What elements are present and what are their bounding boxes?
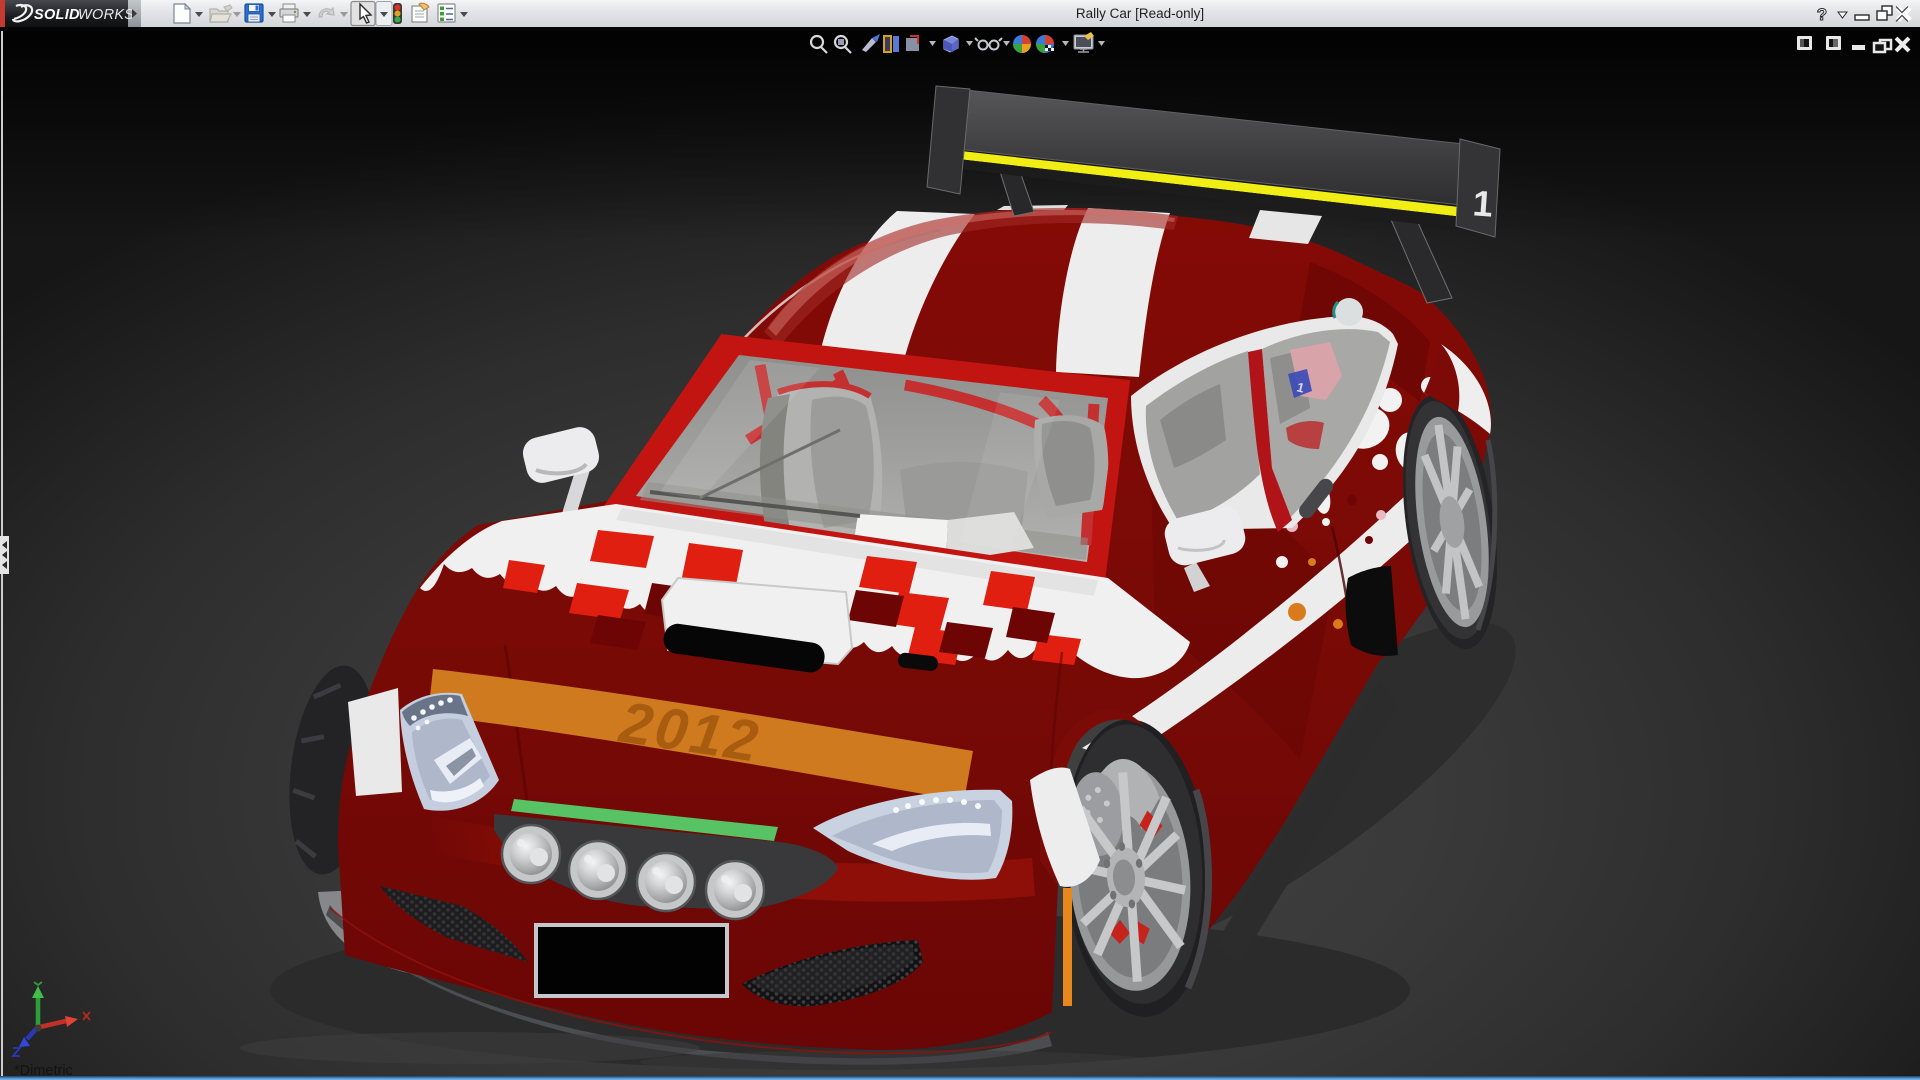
svg-text:1: 1 xyxy=(1471,182,1494,224)
svg-text:SOLID: SOLID xyxy=(34,7,80,23)
svg-text:WORKS: WORKS xyxy=(78,7,134,23)
svg-text:?: ? xyxy=(1817,5,1827,24)
